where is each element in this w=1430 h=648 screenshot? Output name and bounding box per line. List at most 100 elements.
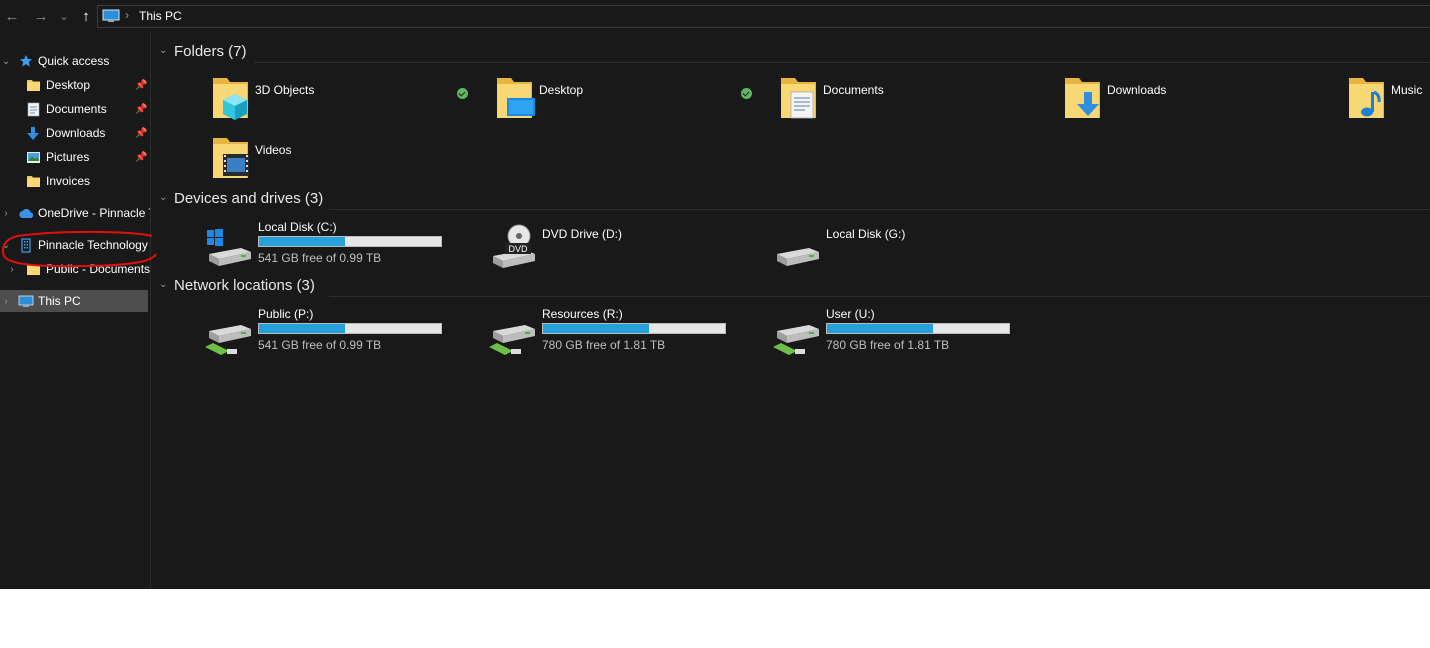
drive-free-space: 541 GB free of 0.99 TB [258,338,382,352]
group-header-folders[interactable]: ⌄ Folders (7) [159,41,1430,63]
address-bar[interactable]: › This PC [97,5,1430,28]
forward-arrow-icon: → [33,7,49,25]
sidebar-item-label: Invoices [46,174,91,188]
file-explorer-window: ← → ⌄ ↑ › This PC ⌄ Quick access Desktop [0,0,1430,589]
drive-name: Public (P:) [258,307,314,321]
group-divider [329,209,1430,210]
documents-icon [25,101,41,117]
pictures-icon [25,149,41,165]
drive-usage-bar [826,323,1010,334]
chevron-right-icon[interactable]: › [1,208,11,219]
windows-drive-icon [207,229,251,266]
star-icon [18,53,34,69]
folder-downloads[interactable]: Downloads [1061,72,1331,128]
network-drive-icon [489,325,535,355]
drive-usage-bar [542,323,726,334]
group-title: Devices and drives (3) [174,190,324,207]
sidebar-item-label: Documents [46,102,107,116]
sidebar-item-this-pc[interactable]: › This PC [0,290,148,312]
pin-icon: 📌 [135,103,148,115]
sync-check-icon [741,88,752,99]
music-folder-icon [1349,78,1384,118]
sidebar-item-label: Downloads [46,126,106,140]
up-button[interactable]: ↑ [76,6,96,26]
drive-name: Local Disk (G:) [826,227,906,241]
sidebar-item-label: OneDrive - Pinnacle Technology [38,206,150,220]
folder-music[interactable]: Music [1345,72,1430,128]
chevron-down-icon[interactable]: ⌄ [159,279,167,290]
folder-icon [25,77,41,93]
sync-check-icon [457,88,468,99]
sidebar-item-label: Pictures [46,150,90,164]
chevron-down-icon: ⌄ [59,10,69,23]
sidebar-item-label: Public - Documents [46,262,150,276]
dvd-drive-icon: DVD [493,224,535,268]
drive-usage-fill [543,324,649,333]
sidebar-item-invoices[interactable]: Invoices [0,170,150,192]
chevron-right-icon[interactable]: › [1,296,11,307]
sidebar-item-quick-access[interactable]: ⌄ Quick access [0,50,150,72]
sidebar-item-label: Quick access [38,54,110,68]
sidebar-item-pinnacle-technology[interactable]: ⌄ Pinnacle Technology [0,234,150,256]
drive-name: Local Disk (C:) [258,220,337,234]
folder-desktop[interactable]: Desktop [493,72,763,128]
group-header-devices[interactable]: ⌄ Devices and drives (3) [159,188,1430,210]
downloads-folder-icon [1065,78,1100,118]
forward-button[interactable]: → [31,6,51,26]
this-pc-icon [18,293,34,309]
folder-name: Documents [823,83,884,97]
folder-3d-objects[interactable]: 3D Objects [209,72,479,128]
network-drive-icon [773,325,819,355]
back-arrow-icon: ← [4,7,20,25]
desktop-folder-icon [497,78,535,118]
network-drive-resources-r[interactable]: Resources (R:) 780 GB free of 1.81 TB [487,307,757,359]
hard-drive-icon [777,248,819,266]
drive-local-disk-c[interactable]: Local Disk (C:) 541 GB free of 0.99 TB [203,220,473,272]
pin-icon: 📌 [135,127,148,139]
navigation-bar: ← → ⌄ ↑ › This PC [0,0,1430,32]
building-icon [18,237,34,253]
chevron-right-icon[interactable]: › [7,264,17,275]
network-drive-public-p[interactable]: Public (P:) 541 GB free of 0.99 TB [203,307,473,359]
sidebar-item-label: Desktop [46,78,91,92]
drive-usage-fill [259,324,345,333]
chevron-down-icon[interactable]: ⌄ [159,45,167,56]
folder-name: Desktop [539,83,584,97]
pin-icon: 📌 [135,79,148,91]
dvd-label: DVD [508,244,528,254]
drive-free-space: 541 GB free of 0.99 TB [258,251,382,265]
recent-locations-button[interactable]: ⌄ [56,6,72,26]
chevron-down-icon[interactable]: ⌄ [1,240,11,251]
sidebar-item-label: This PC [38,294,81,308]
sidebar-item-pictures[interactable]: Pictures 📌 [0,146,150,168]
cloud-icon [18,205,34,221]
drive-usage-fill [827,324,933,333]
sidebar-item-desktop[interactable]: Desktop 📌 [0,74,150,96]
network-drive-user-u[interactable]: User (U:) 780 GB free of 1.81 TB [771,307,1041,359]
sidebar-item-downloads[interactable]: Downloads 📌 [0,122,150,144]
sidebar-item-public-documents[interactable]: › Public - Documents [0,258,150,280]
drive-local-disk-g[interactable]: Local Disk (G:) [771,220,1041,272]
navigation-pane: ⌄ Quick access Desktop 📌 Documents 📌 Dow… [0,32,157,589]
group-header-network[interactable]: ⌄ Network locations (3) [159,275,1430,297]
group-title: Network locations (3) [174,277,315,294]
drive-name: Resources (R:) [542,307,623,321]
sidebar-item-onedrive[interactable]: › OneDrive - Pinnacle Technology [0,202,150,224]
chevron-down-icon[interactable]: ⌄ [1,56,11,67]
sidebar-item-documents[interactable]: Documents 📌 [0,98,150,120]
pin-icon: 📌 [135,151,148,163]
breadcrumb-this-pc[interactable]: This PC [139,9,182,23]
drive-name: User (U:) [826,307,875,321]
folder-name: Downloads [1107,83,1167,97]
back-button[interactable]: ← [2,6,22,26]
drive-dvd-d[interactable]: DVD DVD Drive (D:) [487,220,757,272]
downloads-icon [25,125,41,141]
chevron-down-icon[interactable]: ⌄ [159,192,167,203]
folder-name: Videos [255,143,292,157]
folder-documents[interactable]: Documents [777,72,1047,128]
folder-name: Music [1391,83,1423,97]
group-divider [254,62,1430,63]
content-pane: ⌄ Folders (7) 3D Objects Desktop Documen… [151,32,1430,589]
drive-name: DVD Drive (D:) [542,227,622,241]
folder-videos[interactable]: Videos [209,132,479,188]
